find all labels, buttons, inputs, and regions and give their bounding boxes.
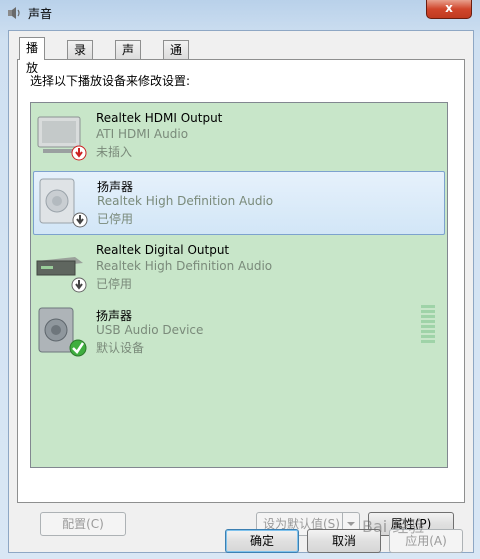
dialog-body: 播放 录制 声音 通信 选择以下播放设备来修改设置: Realtek HDMI … [8,30,474,553]
monitor-icon [37,116,87,161]
volume-level-meter [421,305,435,345]
list-item-hdmi-output[interactable]: Realtek HDMI Output ATI HDMI Audio 未插入 [33,105,443,167]
speaker-icon [38,307,87,357]
device-name: 扬声器 [96,309,133,323]
sound-dialog: 声音 x 播放 录制 声音 通信 选择以下播放设备来修改设置: [0,0,480,559]
instruction-text: 选择以下播放设备来修改设置: [30,74,191,88]
title-bar[interactable]: 声音 x [0,0,480,26]
speaker-icon [39,178,88,228]
device-driver: Realtek High Definition Audio [96,259,273,273]
list-item-digital-output[interactable]: Realtek Digital Output Realtek High Defi… [33,237,443,299]
svg-text:Bai 经验: Bai 经验 [362,517,424,536]
playback-panel: 选择以下播放设备来修改设置: Realtek HDMI Output ATI H… [17,59,465,536]
device-name: Realtek HDMI Output [96,111,223,125]
device-status: 未插入 [96,145,133,159]
device-status: 已停用 [97,212,134,226]
device-status: 已停用 [96,277,133,291]
list-item-speakers-usb[interactable]: 扬声器 USB Audio Device 默认设备 [33,301,443,363]
tab-sounds[interactable]: 声音 [115,40,142,75]
device-driver: Realtek High Definition Audio [97,194,274,208]
tab-recording[interactable]: 录制 [67,40,94,75]
digital-output-icon [36,257,87,293]
tab-playback[interactable]: 播放 [19,37,46,75]
configure-button[interactable]: 配置(C) [40,512,126,536]
tab-communications[interactable]: 通信 [163,40,190,75]
device-name: Realtek Digital Output [96,243,230,257]
window-title: 声音 [28,7,53,21]
device-status: 默认设备 [96,341,145,355]
device-driver: ATI HDMI Audio [96,127,189,141]
device-list[interactable]: Realtek HDMI Output ATI HDMI Audio 未插入 扬… [30,102,448,468]
close-button[interactable]: x [426,0,472,19]
device-driver: USB Audio Device [96,323,204,337]
device-name: 扬声器 [97,180,134,194]
sound-app-icon [8,7,20,19]
baidu-watermark-logo: Bai 经验 [362,517,424,536]
list-item-speakers-realtek[interactable]: 扬声器 Realtek High Definition Audio 已停用 [33,171,445,235]
ok-button[interactable]: 确定 [225,529,299,553]
